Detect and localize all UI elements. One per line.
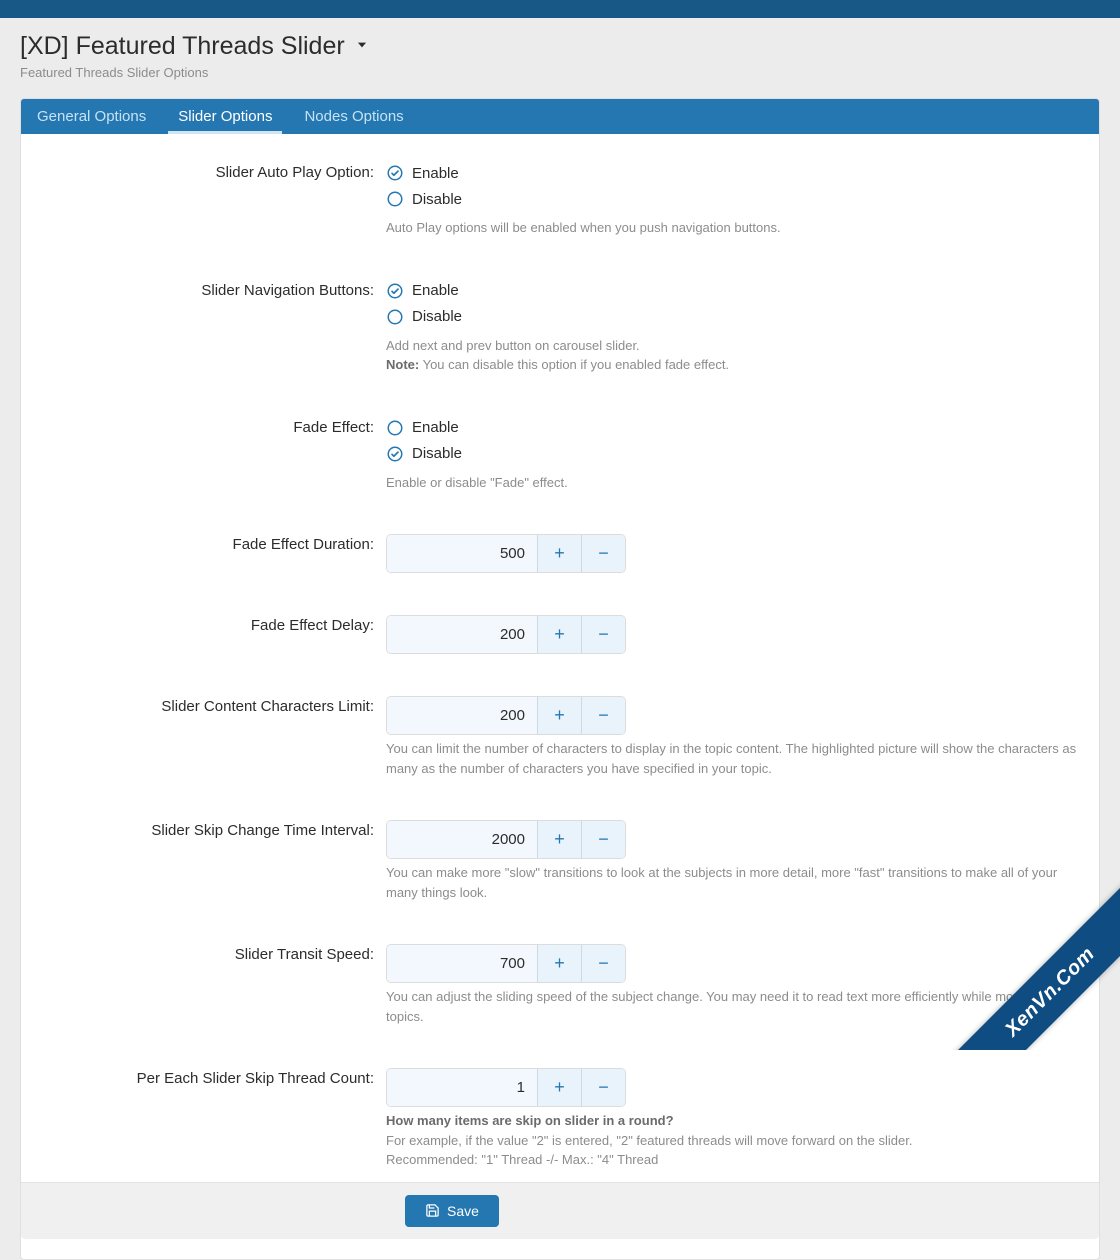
change-interval-input[interactable] <box>387 821 537 858</box>
nav-buttons-help: Add next and prev button on carousel sli… <box>386 336 1077 375</box>
decrement-button[interactable]: − <box>581 945 625 982</box>
radio-label: Disable <box>412 445 462 462</box>
increment-button[interactable]: + <box>537 616 581 653</box>
tab-slider-options[interactable]: Slider Options <box>162 99 288 134</box>
tabs-bar: General Options Slider Options Nodes Opt… <box>20 98 1100 134</box>
fade-duration-input[interactable] <box>387 535 537 572</box>
change-interval-help: You can make more "slow" transitions to … <box>386 863 1077 902</box>
fade-duration-label: Fade Effect Duration: <box>21 534 386 573</box>
page-title: [XD] Featured Threads Slider <box>20 32 345 61</box>
caret-down-icon[interactable] <box>355 38 369 55</box>
change-interval-label: Slider Skip Change Time Interval: <box>21 820 386 902</box>
minus-icon: − <box>598 705 609 726</box>
fade-delay-label: Fade Effect Delay: <box>21 615 386 654</box>
increment-button[interactable]: + <box>537 945 581 982</box>
skip-count-help: How many items are skip on slider in a r… <box>386 1111 1077 1170</box>
chars-limit-label: Slider Content Characters Limit: <box>21 696 386 778</box>
radio-unchecked-icon <box>386 190 404 208</box>
decrement-button[interactable]: − <box>581 1069 625 1106</box>
minus-icon: − <box>598 1077 609 1098</box>
fade-delay-input[interactable] <box>387 616 537 653</box>
plus-icon: + <box>554 1077 565 1098</box>
save-button-label: Save <box>447 1203 479 1219</box>
fade-effect-help: Enable or disable "Fade" effect. <box>386 473 1077 493</box>
plus-icon: + <box>554 705 565 726</box>
fade-effect-enable[interactable]: Enable <box>386 417 1077 443</box>
radio-checked-icon <box>386 282 404 300</box>
radio-label: Disable <box>412 308 462 325</box>
page-subtitle: Featured Threads Slider Options <box>20 65 1100 80</box>
radio-unchecked-icon <box>386 419 404 437</box>
radio-unchecked-icon <box>386 308 404 326</box>
top-bar <box>0 0 1120 18</box>
increment-button[interactable]: + <box>537 697 581 734</box>
save-button[interactable]: Save <box>405 1195 499 1227</box>
radio-label: Disable <box>412 191 462 208</box>
fade-effect-label: Fade Effect: <box>21 417 386 493</box>
nav-buttons-enable[interactable]: Enable <box>386 280 1077 306</box>
transit-speed-help: You can adjust the sliding speed of the … <box>386 987 1077 1026</box>
transit-speed-label: Slider Transit Speed: <box>21 944 386 1026</box>
decrement-button[interactable]: − <box>581 697 625 734</box>
skip-count-input[interactable] <box>387 1069 537 1106</box>
auto-play-disable[interactable]: Disable <box>386 188 1077 214</box>
plus-icon: + <box>554 829 565 850</box>
decrement-button[interactable]: − <box>581 535 625 572</box>
auto-play-help: Auto Play options will be enabled when y… <box>386 218 1077 238</box>
transit-speed-input[interactable] <box>387 945 537 982</box>
plus-icon: + <box>554 543 565 564</box>
radio-label: Enable <box>412 165 459 182</box>
minus-icon: − <box>598 543 609 564</box>
options-panel: Slider Auto Play Option: Enable Disable … <box>20 134 1100 1260</box>
minus-icon: − <box>598 624 609 645</box>
tab-nodes-options[interactable]: Nodes Options <box>288 99 419 134</box>
nav-buttons-label: Slider Navigation Buttons: <box>21 280 386 375</box>
plus-icon: + <box>554 953 565 974</box>
radio-checked-icon <box>386 445 404 463</box>
minus-icon: − <box>598 953 609 974</box>
skip-count-label: Per Each Slider Skip Thread Count: <box>21 1068 386 1170</box>
chars-limit-input[interactable] <box>387 697 537 734</box>
tab-general-options[interactable]: General Options <box>21 99 162 134</box>
radio-label: Enable <box>412 282 459 299</box>
chars-limit-help: You can limit the number of characters t… <box>386 739 1077 778</box>
increment-button[interactable]: + <box>537 821 581 858</box>
decrement-button[interactable]: − <box>581 616 625 653</box>
radio-label: Enable <box>412 419 459 436</box>
increment-button[interactable]: + <box>537 1069 581 1106</box>
minus-icon: − <box>598 829 609 850</box>
auto-play-label: Slider Auto Play Option: <box>21 162 386 238</box>
radio-checked-icon <box>386 164 404 182</box>
plus-icon: + <box>554 624 565 645</box>
decrement-button[interactable]: − <box>581 821 625 858</box>
nav-buttons-disable[interactable]: Disable <box>386 306 1077 332</box>
auto-play-enable[interactable]: Enable <box>386 162 1077 188</box>
fade-effect-disable[interactable]: Disable <box>386 443 1077 469</box>
save-icon <box>425 1203 440 1218</box>
increment-button[interactable]: + <box>537 535 581 572</box>
